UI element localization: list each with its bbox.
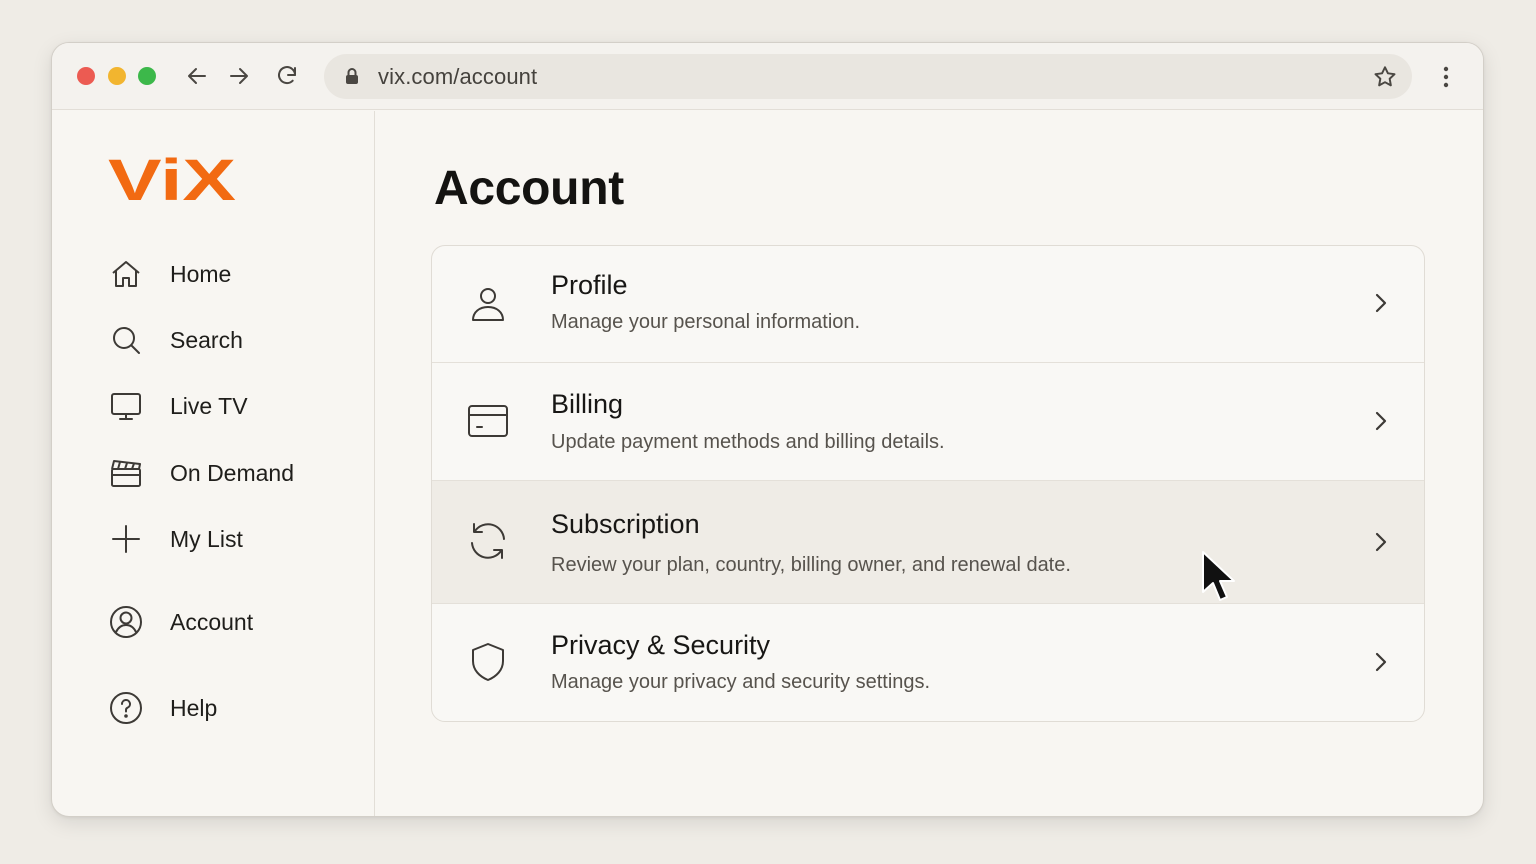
sidebar-item-home[interactable]: Home: [108, 252, 348, 296]
row-title: Billing: [551, 389, 624, 419]
back-arrow-icon[interactable]: [183, 62, 211, 90]
chevron-right-icon: [1375, 652, 1387, 672]
chevron-right-icon: [1375, 532, 1387, 552]
address-bar[interactable]: vix.com/account: [324, 54, 1412, 99]
sidebar-item-label: Home: [170, 260, 232, 287]
shield-icon: [466, 640, 510, 684]
sidebar-item-label: On Demand: [170, 459, 295, 486]
row-description: Manage your privacy and security setting…: [551, 671, 931, 693]
svg-text:ViX: ViX: [108, 153, 236, 207]
more-menu-icon[interactable]: [1434, 63, 1458, 91]
forward-arrow-icon[interactable]: [225, 62, 253, 90]
page-title: Account: [434, 162, 624, 215]
row-title: Privacy & Security: [551, 630, 771, 660]
bookmark-star-icon[interactable]: [1372, 64, 1398, 90]
privacy-security-row[interactable]: Privacy & Security Manage your privacy a…: [432, 603, 1424, 721]
sidebar-item-search[interactable]: Search: [108, 318, 348, 362]
reload-icon[interactable]: [273, 62, 301, 90]
clapperboard-icon: [108, 455, 144, 491]
chevron-right-icon: [1375, 293, 1387, 313]
mouse-pointer-icon: [1202, 551, 1235, 601]
sidebar-item-live-tv[interactable]: Live TV: [108, 384, 348, 428]
sidebar-item-label: My List: [170, 525, 243, 552]
sidebar-item-label: Search: [170, 326, 243, 353]
home-icon: [108, 256, 144, 292]
plus-icon: [108, 521, 144, 557]
url-text: vix.com/account: [378, 64, 538, 89]
tv-icon: [108, 388, 144, 424]
lock-icon: [346, 68, 358, 84]
sidebar-item-label: Help: [170, 694, 218, 721]
sidebar-item-label: Account: [170, 608, 254, 635]
row-title: Profile: [551, 270, 628, 300]
browser-toolbar: vix.com/account: [52, 43, 1483, 110]
chevron-right-icon: [1375, 411, 1387, 431]
row-description: Update payment methods and billing detai…: [551, 431, 945, 453]
sidebar-item-my-list[interactable]: My List: [108, 517, 348, 561]
account-settings-list: Profile Manage your personal information…: [431, 245, 1425, 722]
row-description: Review your plan, country, billing owner…: [551, 554, 1071, 576]
sidebar-item-account[interactable]: Account: [108, 600, 348, 644]
user-circle-icon: [108, 604, 144, 640]
sidebar-item-label: Live TV: [170, 392, 248, 419]
subscription-row[interactable]: Subscription Review your plan, country, …: [432, 480, 1424, 603]
refresh-icon: [466, 519, 510, 563]
billing-row[interactable]: Billing Update payment methods and billi…: [432, 362, 1424, 480]
sidebar-item-on-demand[interactable]: On Demand: [108, 451, 348, 495]
close-window-button[interactable]: [77, 67, 95, 85]
row-description: Manage your personal information.: [551, 311, 861, 333]
search-icon: [108, 322, 144, 358]
profile-row[interactable]: Profile Manage your personal information…: [432, 246, 1424, 362]
credit-card-icon: [466, 399, 510, 443]
user-icon: [466, 282, 510, 326]
main-content: Account Profile Manage your personal inf…: [376, 111, 1483, 816]
maximize-window-button[interactable]: [138, 67, 156, 85]
sidebar: ViX Home Search Live TV On Demand My Lis…: [52, 111, 375, 816]
row-title: Subscription: [551, 509, 700, 539]
help-circle-icon: [108, 690, 144, 726]
browser-window: vix.com/account ViX Home Search Live TV …: [51, 42, 1484, 817]
sidebar-item-help[interactable]: Help: [108, 686, 348, 730]
vix-logo[interactable]: ViX: [108, 153, 238, 207]
minimize-window-button[interactable]: [108, 67, 126, 85]
